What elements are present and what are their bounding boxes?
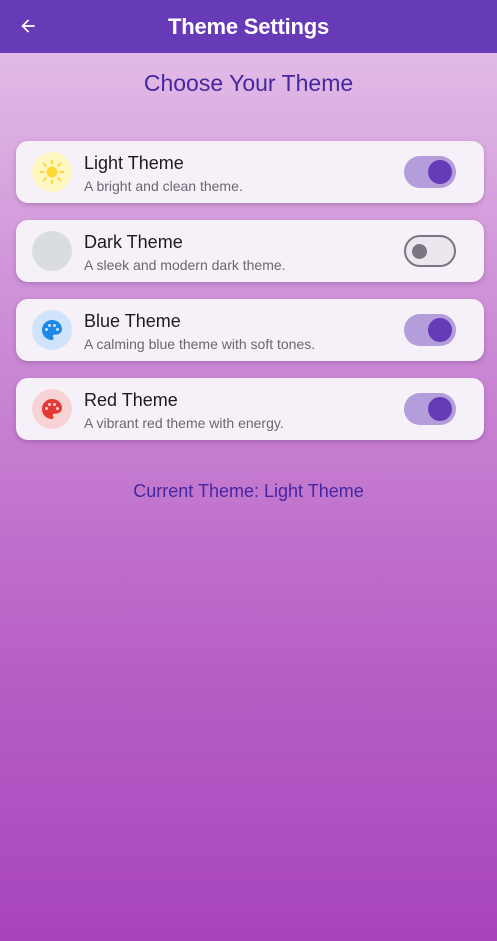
theme-name: Red Theme (84, 390, 178, 410)
page-title: Theme Settings (167, 13, 329, 39)
app-bar: Theme Settings (0, 0, 497, 53)
theme-card-light: Light Theme A bright and clean theme. (16, 141, 484, 203)
red-theme-toggle[interactable] (404, 393, 456, 425)
theme-description: A calming blue theme with soft tones. (84, 336, 316, 352)
section-heading: Choose Your Theme (143, 70, 354, 96)
toggle-knob (428, 160, 452, 184)
dark-theme-toggle[interactable] (404, 235, 456, 267)
theme-description: A vibrant red theme with energy. (84, 415, 284, 431)
palette-icon (32, 310, 72, 350)
arrow-back-icon (21, 19, 35, 33)
palette-icon (32, 389, 72, 429)
moon-icon (32, 231, 72, 271)
theme-card-dark: Dark Theme A sleek and modern dark theme… (16, 220, 484, 282)
toggle-knob (412, 244, 427, 259)
theme-name: Dark Theme (84, 232, 183, 252)
theme-name: Light Theme (84, 153, 184, 173)
sun-icon (32, 152, 72, 192)
theme-card-red: Red Theme A vibrant red theme with energ… (16, 378, 484, 440)
blue-theme-toggle[interactable] (404, 314, 456, 346)
theme-description: A sleek and modern dark theme. (84, 257, 286, 273)
current-theme-label: Current Theme: Light Theme (133, 481, 364, 501)
theme-card-blue: Blue Theme A calming blue theme with sof… (16, 299, 484, 361)
back-button[interactable] (14, 12, 42, 40)
theme-name: Blue Theme (84, 311, 181, 331)
toggle-knob (428, 397, 452, 421)
toggle-knob (428, 318, 452, 342)
light-theme-toggle[interactable] (404, 156, 456, 188)
theme-description: A bright and clean theme. (84, 178, 243, 194)
